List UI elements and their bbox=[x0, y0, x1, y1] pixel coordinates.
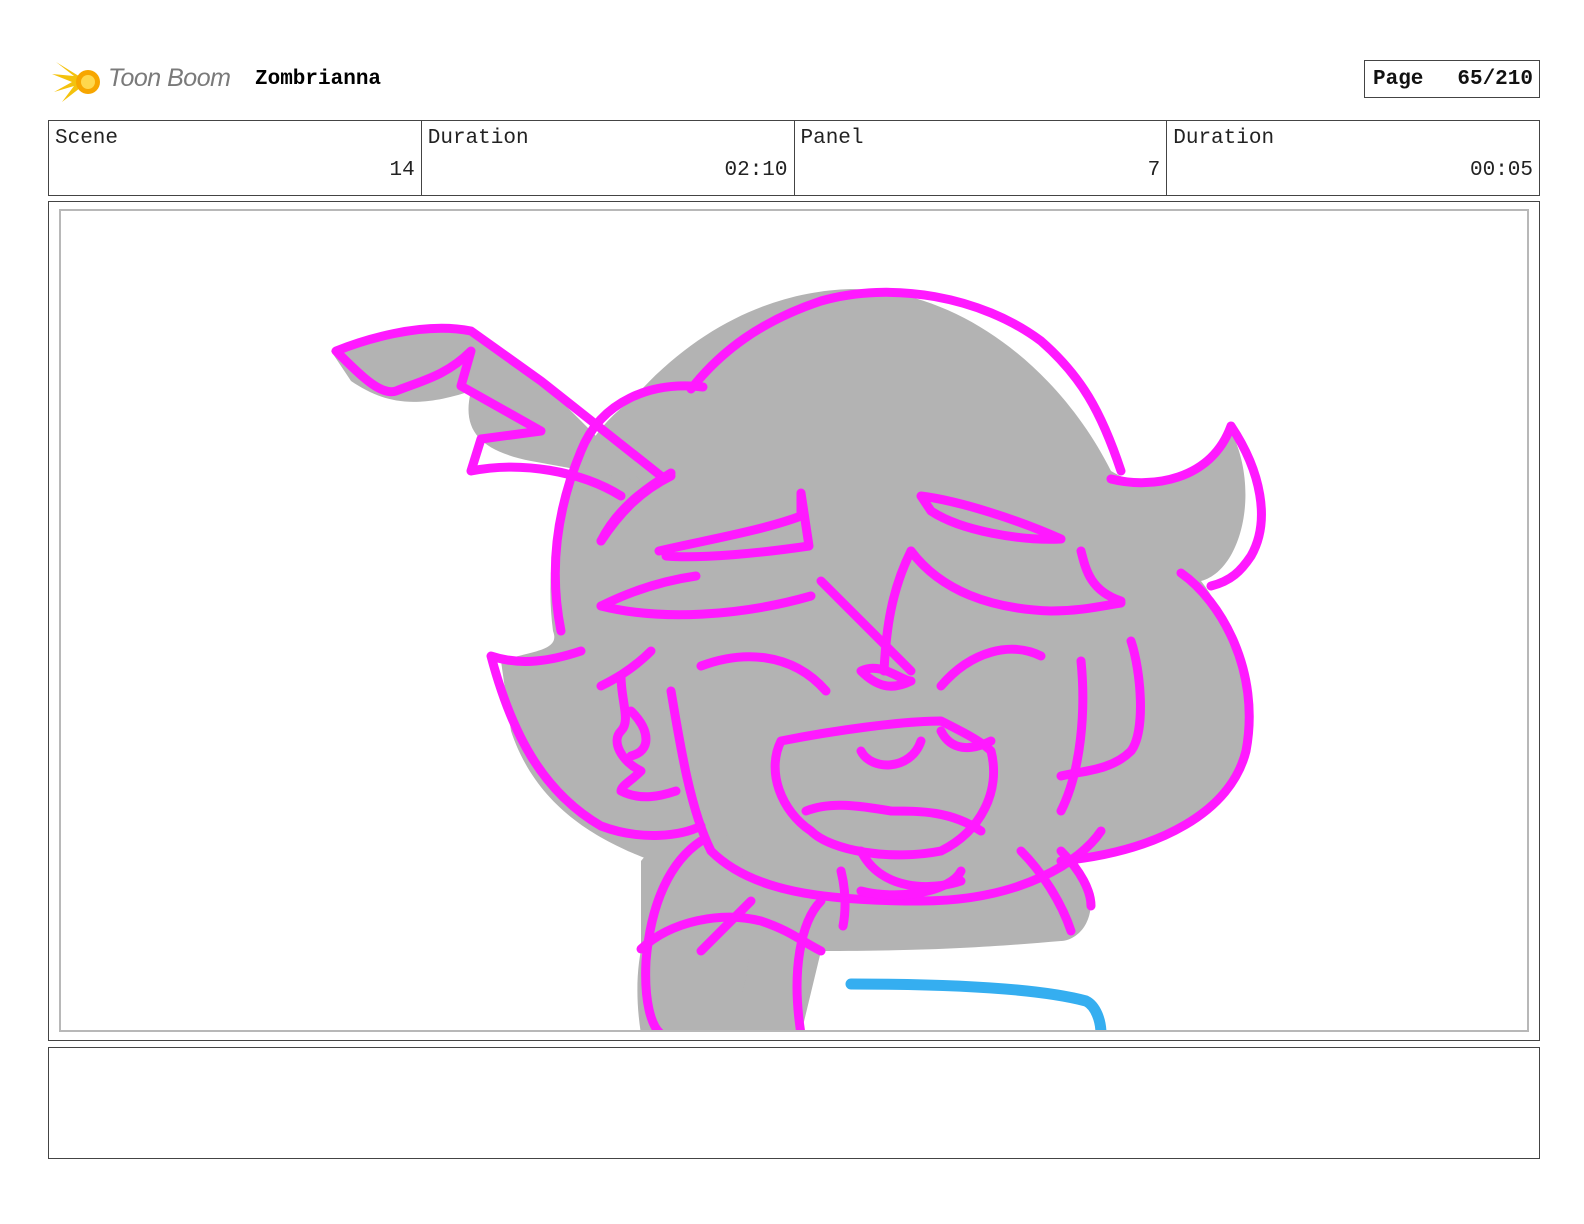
scene-label: Scene bbox=[55, 127, 119, 150]
panel-duration-cell: Duration 00:05 bbox=[1167, 121, 1539, 195]
scene-value: 14 bbox=[389, 159, 415, 182]
scene-duration-cell: Duration 02:10 bbox=[422, 121, 795, 195]
panel-duration-label: Duration bbox=[1173, 127, 1275, 150]
scene-duration-label: Duration bbox=[427, 127, 529, 150]
panel-value: 7 bbox=[1147, 159, 1161, 182]
page-indicator: Page 65/210 bbox=[1364, 60, 1540, 98]
panel-label: Panel bbox=[800, 127, 864, 150]
scene-duration-value: 02:10 bbox=[724, 159, 788, 182]
panel-info-row: Scene 14 Duration 02:10 Panel 7 Duration… bbox=[48, 120, 1540, 196]
storyboard-header: Toon Boom Zombrianna Page 65/210 bbox=[48, 54, 1540, 106]
toon-boom-logo: Toon Boom bbox=[52, 56, 242, 104]
scene-cell: Scene 14 bbox=[49, 121, 422, 195]
project-name: Zombrianna bbox=[255, 68, 382, 91]
logo-text: Toon Boom bbox=[108, 64, 231, 92]
panel-duration-value: 00:05 bbox=[1469, 159, 1533, 182]
page-label: Page bbox=[1373, 68, 1424, 91]
character-sketch bbox=[331, 287, 1266, 1030]
notes-box[interactable] bbox=[48, 1047, 1540, 1159]
starburst-icon bbox=[52, 62, 100, 102]
panel-frame bbox=[48, 201, 1540, 1041]
panel-cell: Panel 7 bbox=[795, 121, 1168, 195]
page-value: 65/210 bbox=[1457, 68, 1533, 91]
panel-image-area bbox=[59, 209, 1529, 1032]
